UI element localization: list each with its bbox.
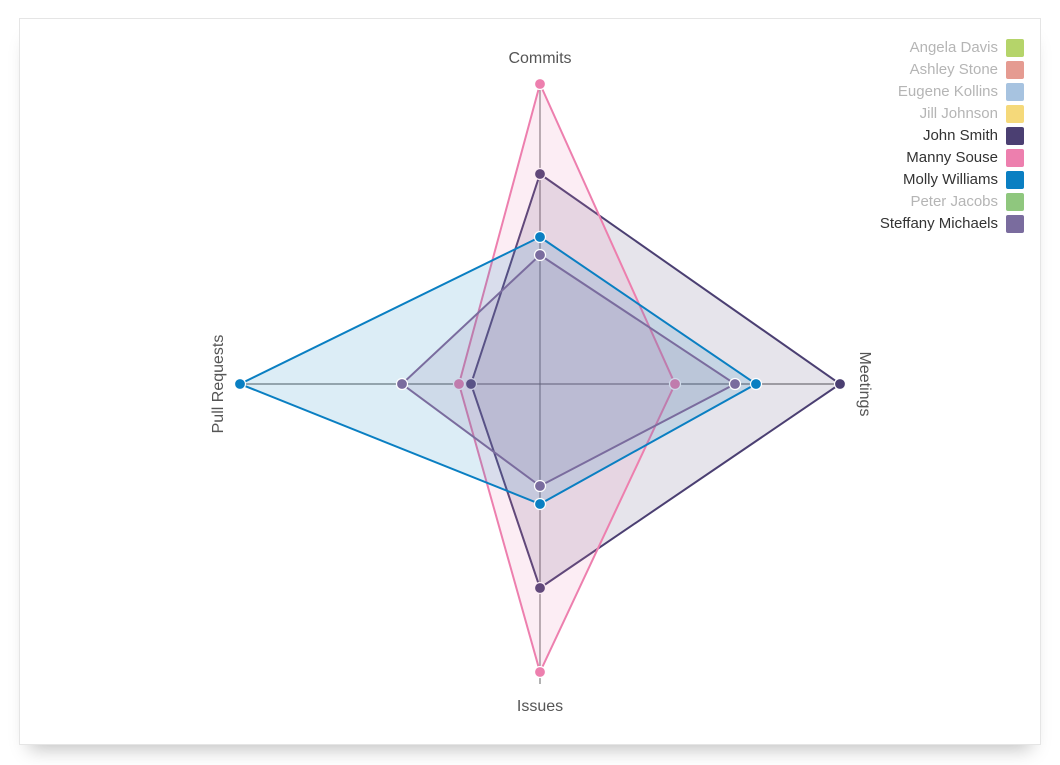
legend-item-jill-johnson[interactable]: Jill Johnson	[880, 103, 1024, 125]
legend-label: Angela Davis	[910, 37, 998, 59]
legend-item-eugene-kollins[interactable]: Eugene Kollins	[880, 81, 1024, 103]
legend-label: Jill Johnson	[920, 103, 998, 125]
legend-swatch	[1006, 215, 1024, 233]
legend-item-molly-williams[interactable]: Molly Williams	[880, 169, 1024, 191]
series-point	[835, 379, 846, 390]
legend-item-john-smith[interactable]: John Smith	[880, 125, 1024, 147]
series-point	[535, 499, 546, 510]
legend-swatch	[1006, 171, 1024, 189]
axis-label-commits: Commits	[508, 50, 571, 67]
legend-swatch	[1006, 193, 1024, 211]
legend-swatch	[1006, 149, 1024, 167]
legend-item-ashley-stone[interactable]: Ashley Stone	[880, 59, 1024, 81]
series-point	[535, 232, 546, 243]
legend-item-peter-jacobs[interactable]: Peter Jacobs	[880, 191, 1024, 213]
legend-label: Manny Souse	[906, 147, 998, 169]
series-point	[535, 79, 546, 90]
series-point	[751, 379, 762, 390]
legend-label: John Smith	[923, 125, 998, 147]
legend-label: Molly Williams	[903, 169, 998, 191]
legend-swatch	[1006, 83, 1024, 101]
series-point	[535, 667, 546, 678]
chart-card: Commits Meetings Issues Pull Requests Angel…	[19, 18, 1041, 745]
legend-label: Steffany Michaels	[880, 213, 998, 235]
legend-item-angela-davis[interactable]: Angela Davis	[880, 37, 1024, 59]
series-point	[397, 379, 408, 390]
legend-swatch	[1006, 61, 1024, 79]
series-point	[535, 250, 546, 261]
legend-label: Peter Jacobs	[910, 191, 998, 213]
legend-swatch	[1006, 39, 1024, 57]
legend-item-steffany-michaels[interactable]: Steffany Michaels	[880, 213, 1024, 235]
axis-label-pull-requests: Pull Requests	[210, 335, 227, 434]
legend-item-manny-souse[interactable]: Manny Souse	[880, 147, 1024, 169]
legend-label: Ashley Stone	[910, 59, 998, 81]
series-point	[730, 379, 741, 390]
legend-label: Eugene Kollins	[898, 81, 998, 103]
series-point	[535, 481, 546, 492]
axis-label-meetings: Meetings	[856, 352, 873, 417]
axis-label-issues: Issues	[517, 698, 563, 715]
legend-swatch	[1006, 127, 1024, 145]
legend: Angela DavisAshley StoneEugene KollinsJi…	[880, 37, 1024, 235]
series-point	[235, 379, 246, 390]
legend-swatch	[1006, 105, 1024, 123]
